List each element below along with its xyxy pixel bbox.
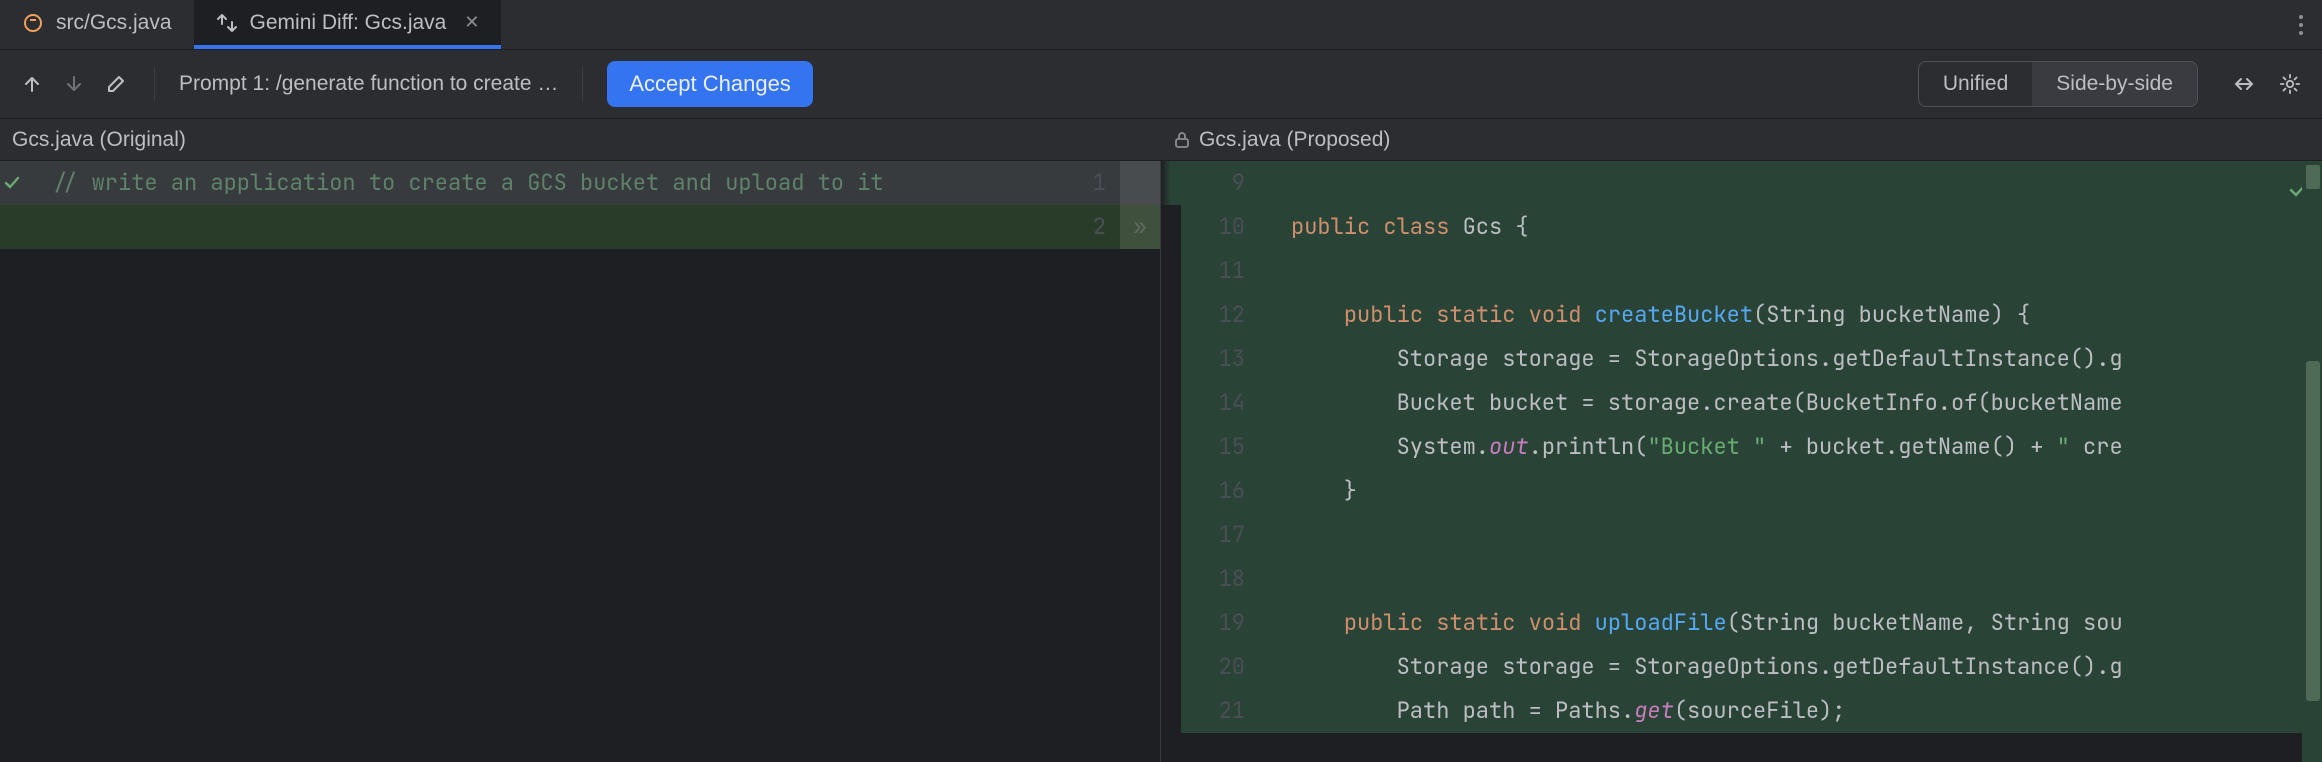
line-number: 10 bbox=[1181, 205, 1265, 249]
code-line: // write an application to create a GCS … bbox=[0, 161, 1160, 205]
code-line: 19 public static void uploadFile(String … bbox=[1161, 601, 2322, 645]
view-sbs-button[interactable]: Side-by-side bbox=[2032, 62, 2197, 106]
line-number: 11 bbox=[1181, 249, 1265, 293]
gear-icon[interactable] bbox=[2276, 70, 2304, 98]
code-line: 18 bbox=[1161, 557, 2322, 601]
code-text: // write an application to create a GCS … bbox=[24, 161, 884, 205]
code-text: System.out.println("Bucket " + bucket.ge… bbox=[1265, 425, 2322, 469]
line-number: 12 bbox=[1181, 293, 1265, 337]
code-line: 14 Bucket bucket = storage.create(Bucket… bbox=[1161, 381, 2322, 425]
code-line: 20 Storage storage = StorageOptions.getD… bbox=[1161, 645, 2322, 689]
code-line: 13 Storage storage = StorageOptions.getD… bbox=[1161, 337, 2322, 381]
code-text: public static void createBucket(String b… bbox=[1265, 293, 2322, 337]
diff-toolbar: Prompt 1: /generate function to create …… bbox=[0, 50, 2322, 119]
code-text: } bbox=[1265, 469, 2322, 513]
tab-src-gcs[interactable]: src/Gcs.java bbox=[0, 0, 194, 49]
divider bbox=[154, 66, 155, 102]
lock-icon bbox=[1173, 131, 1191, 149]
kebab-icon[interactable] bbox=[2298, 14, 2304, 36]
code-text bbox=[1265, 513, 2322, 557]
line-number: 9 bbox=[1181, 161, 1265, 205]
line-number: 20 bbox=[1181, 645, 1265, 689]
code-line: 9 bbox=[1161, 161, 2322, 205]
line-number: 21 bbox=[1181, 689, 1265, 733]
tab-label: Gemini Diff: Gcs.java bbox=[250, 11, 447, 35]
left-pane-title: Gcs.java (Original) bbox=[12, 128, 186, 152]
edit-icon[interactable] bbox=[102, 70, 130, 98]
line-number: 13 bbox=[1181, 337, 1265, 381]
view-toggle: Unified Side-by-side bbox=[1918, 61, 2198, 107]
scroll-marker bbox=[2306, 165, 2320, 189]
arrow-up-icon[interactable] bbox=[18, 70, 46, 98]
code-line: 15 System.out.println("Bucket " + bucket… bbox=[1161, 425, 2322, 469]
left-pane[interactable]: // write an application to create a GCS … bbox=[0, 161, 1161, 762]
right-pane-title: Gcs.java (Proposed) bbox=[1199, 128, 1390, 152]
code-text: Path path = Paths.get(sourceFile); bbox=[1265, 689, 2322, 733]
checkmark-icon bbox=[0, 174, 24, 192]
code-text bbox=[1265, 249, 2322, 293]
code-line: 21 Path path = Paths.get(sourceFile); bbox=[1161, 689, 2322, 733]
tab-spacer bbox=[501, 0, 2280, 49]
collapse-icon[interactable] bbox=[2230, 70, 2258, 98]
code-line: 17 bbox=[1161, 513, 2322, 557]
code-text: Storage storage = StorageOptions.getDefa… bbox=[1265, 645, 2322, 689]
code-line: 10public class Gcs { bbox=[1161, 205, 2322, 249]
right-pane-header: Gcs.java (Proposed) bbox=[1161, 119, 2322, 160]
code-text: Storage storage = StorageOptions.getDefa… bbox=[1265, 337, 2322, 381]
diff-view: // write an application to create a GCS … bbox=[0, 161, 2322, 762]
close-icon[interactable]: ✕ bbox=[464, 12, 479, 33]
code-text: Bucket bucket = storage.create(BucketInf… bbox=[1265, 381, 2322, 425]
line-number: 2 bbox=[1064, 205, 1120, 249]
line-number: 18 bbox=[1181, 557, 1265, 601]
code-text bbox=[1265, 161, 2322, 205]
tab-bar: src/Gcs.java Gemini Diff: Gcs.java ✕ bbox=[0, 0, 2322, 50]
tab-label: src/Gcs.java bbox=[56, 11, 172, 35]
arrow-down-icon[interactable] bbox=[60, 70, 88, 98]
left-pane-header: Gcs.java (Original) bbox=[0, 119, 1161, 160]
java-file-icon bbox=[22, 12, 44, 34]
code-line: 16 } bbox=[1161, 469, 2322, 513]
accept-changes-button[interactable]: Accept Changes bbox=[607, 61, 812, 107]
code-line: 11 bbox=[1161, 249, 2322, 293]
code-text: public static void uploadFile(String buc… bbox=[1265, 601, 2322, 645]
line-number: 17 bbox=[1181, 513, 1265, 557]
code-line: 12 public static void createBucket(Strin… bbox=[1161, 293, 2322, 337]
divider bbox=[582, 66, 583, 102]
view-unified-button[interactable]: Unified bbox=[1919, 62, 2032, 106]
code-line: 2» bbox=[0, 205, 1160, 249]
line-number: 16 bbox=[1181, 469, 1265, 513]
line-number: 14 bbox=[1181, 381, 1265, 425]
line-number: 19 bbox=[1181, 601, 1265, 645]
line-number: 15 bbox=[1181, 425, 1265, 469]
chevron-right-icon[interactable]: » bbox=[1133, 205, 1146, 249]
tab-gemini-diff[interactable]: Gemini Diff: Gcs.java ✕ bbox=[194, 0, 502, 49]
pane-headers: Gcs.java (Original) Gcs.java (Proposed) bbox=[0, 119, 2322, 161]
right-pane[interactable]: 910public class Gcs {1112 public static … bbox=[1161, 161, 2322, 762]
diff-icon bbox=[216, 12, 238, 34]
tab-bar-menu[interactable] bbox=[2280, 0, 2322, 49]
prompt-text: Prompt 1: /generate function to create … bbox=[179, 72, 558, 96]
scrollbar[interactable] bbox=[2302, 161, 2322, 762]
code-text: public class Gcs { bbox=[1265, 205, 2322, 249]
scroll-thumb[interactable] bbox=[2306, 361, 2320, 701]
code-text bbox=[1265, 557, 2322, 601]
line-number: 1 bbox=[1064, 161, 1120, 205]
